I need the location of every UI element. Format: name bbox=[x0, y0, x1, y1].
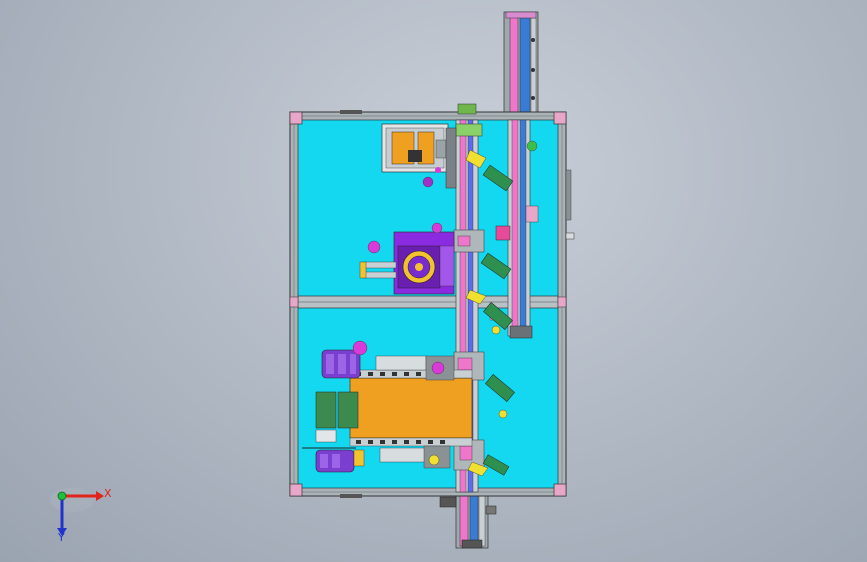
machine-assembly[interactable] bbox=[289, 11, 575, 549]
x-arrow-head-icon bbox=[96, 491, 104, 501]
y-axis-label: Y bbox=[57, 531, 65, 544]
x-axis-label: X bbox=[104, 487, 112, 500]
cad-viewport[interactable]: X Y bbox=[0, 0, 867, 562]
bottom-linear-rail bbox=[439, 489, 497, 549]
triad-origin bbox=[57, 491, 67, 501]
top-linear-rail bbox=[503, 11, 539, 115]
orientation-triad[interactable]: X Y bbox=[50, 487, 112, 544]
